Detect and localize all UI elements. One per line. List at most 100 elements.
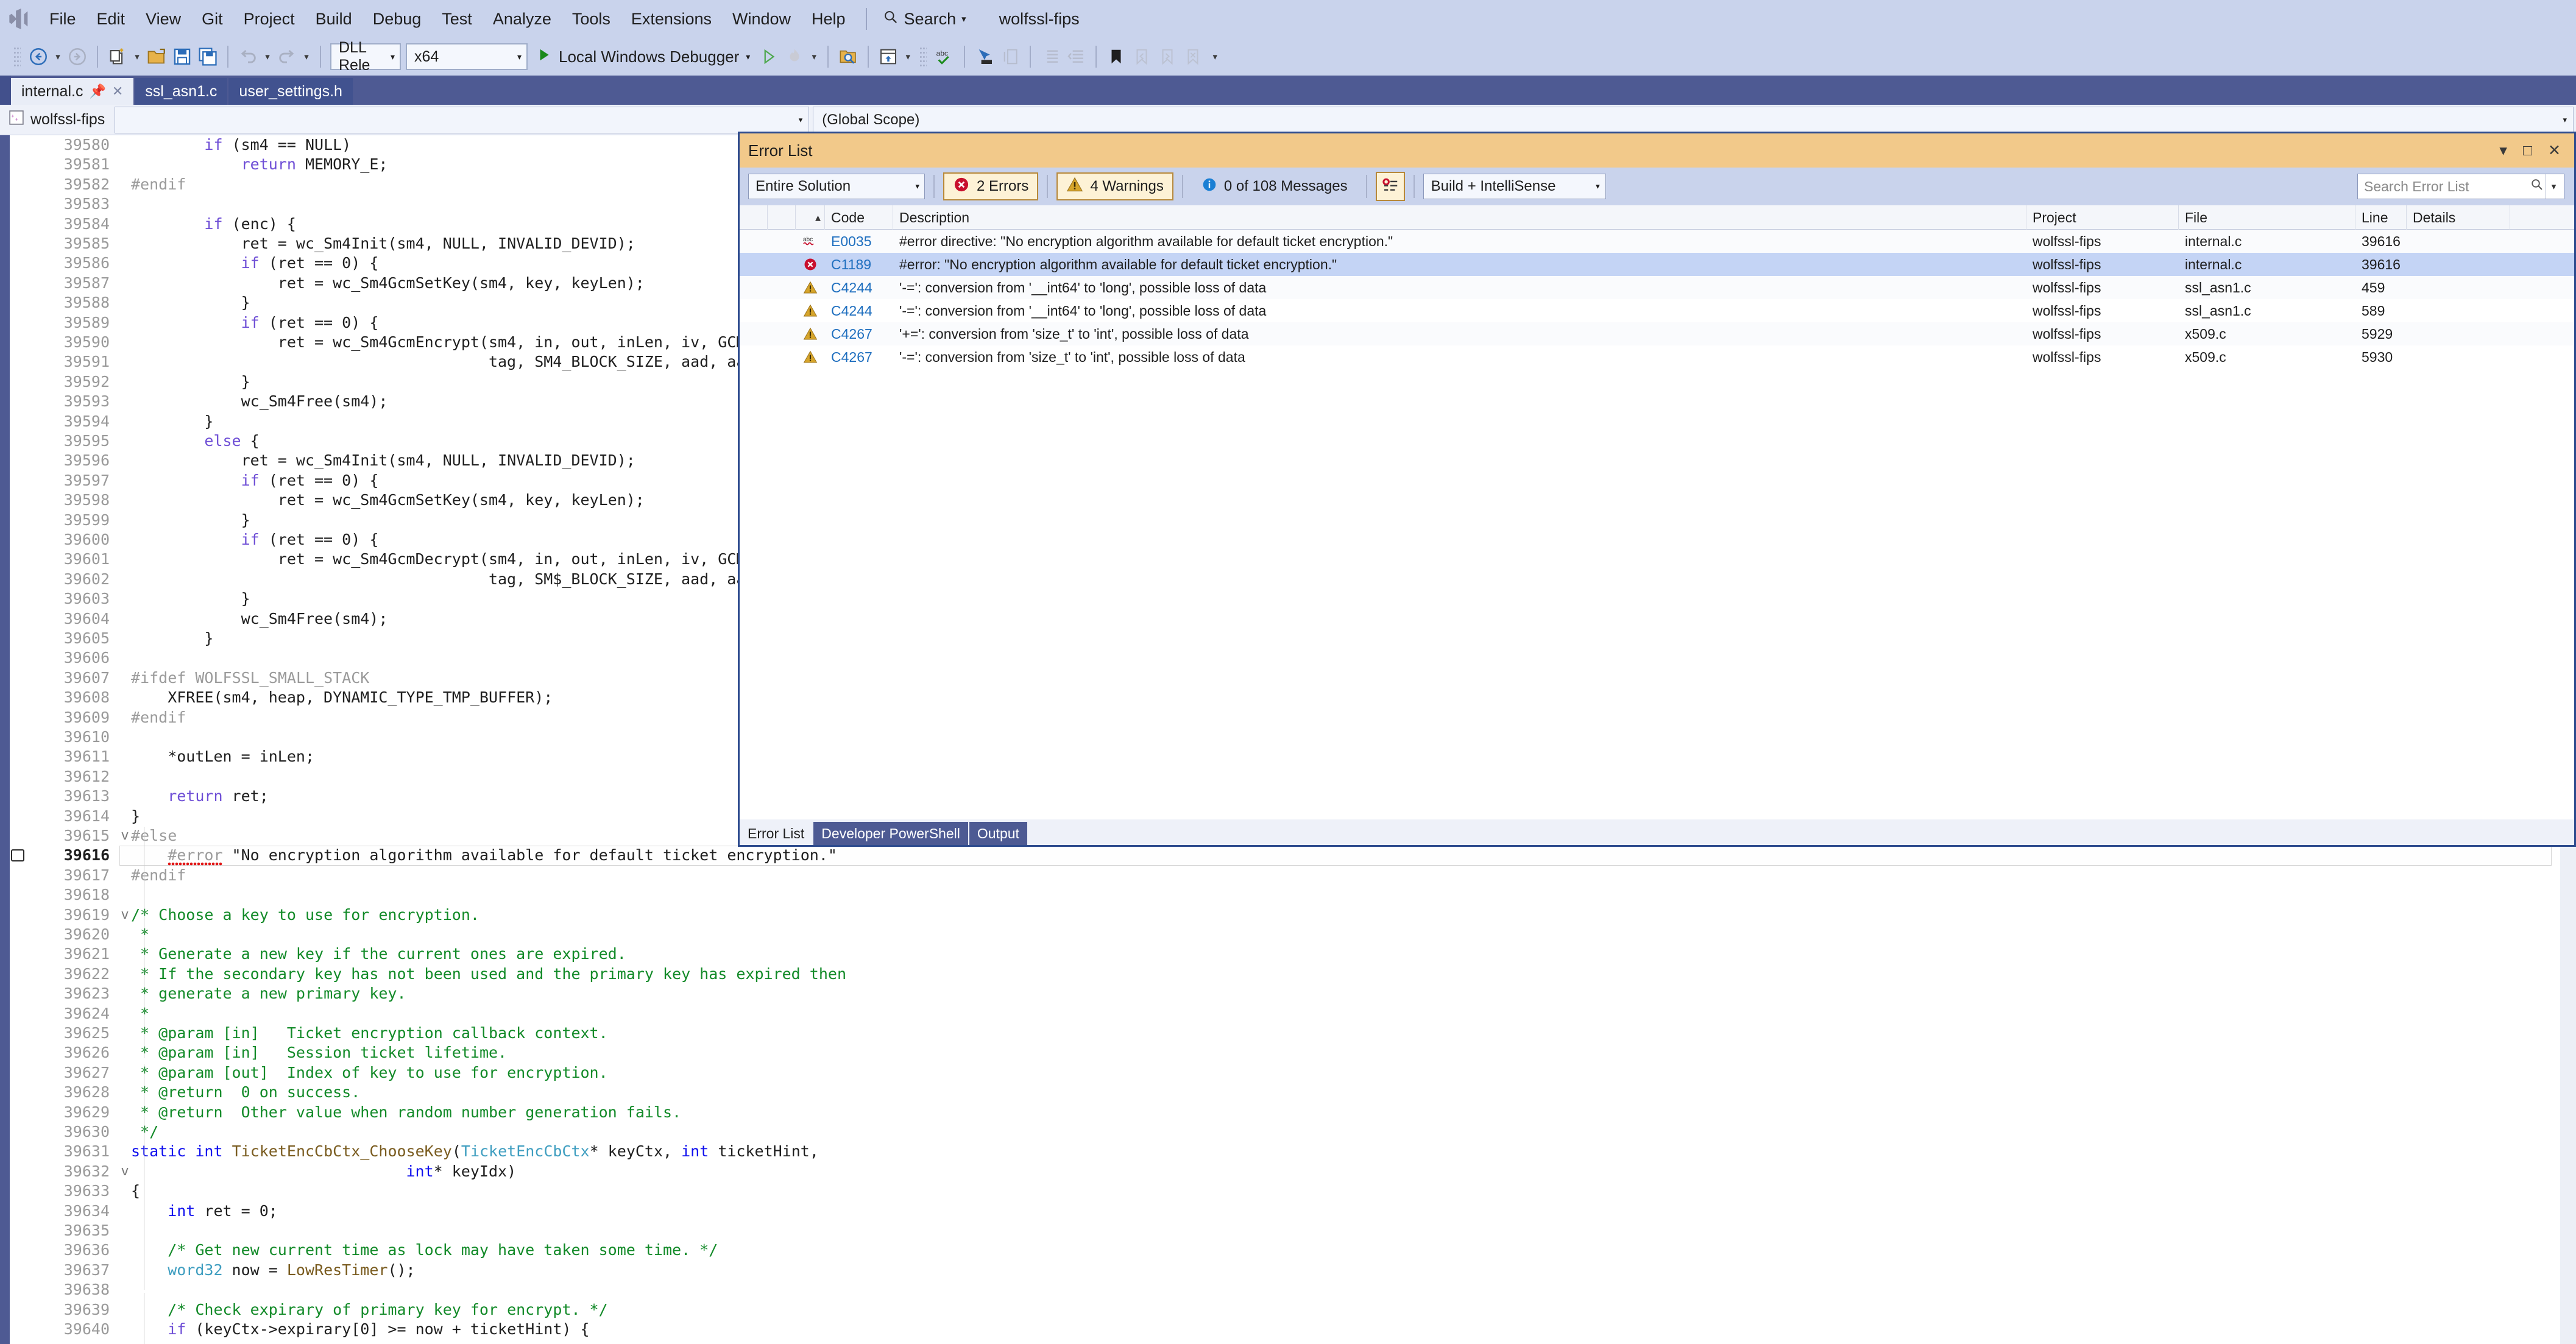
code-line[interactable]: 39617 #endif xyxy=(0,866,2576,885)
code-line[interactable]: 39640 if (keyCtx->expirary[0] >= now + ti… xyxy=(0,1320,2576,1339)
menu-analyze[interactable]: Analyze xyxy=(483,0,562,38)
menu-help[interactable]: Help xyxy=(801,0,856,38)
toolbar-grip-2[interactable] xyxy=(919,46,927,67)
close-x-icon[interactable]: ✕ xyxy=(2548,141,2561,160)
code-line[interactable]: 39624 * xyxy=(0,1004,2576,1024)
code-line[interactable]: 39630 */ xyxy=(0,1122,2576,1142)
global-search-button[interactable]: Search ▾ xyxy=(877,0,972,38)
error-scope-combo[interactable]: Entire Solution ▾ xyxy=(748,174,925,199)
column-header-line[interactable]: Line xyxy=(2355,205,2407,230)
warnings-filter-button[interactable]: 4 Warnings xyxy=(1056,172,1173,200)
error-list-row[interactable]: abc E0035 #error directive: "No encryption… xyxy=(740,230,2574,253)
chevron-down-icon[interactable]: ▾ xyxy=(2546,174,2561,199)
toolbar-overflow-icon[interactable]: ▾ xyxy=(1206,43,1224,71)
code-line[interactable]: 39628 * @return 0 on success. xyxy=(0,1083,2576,1102)
tab-ssl-asn1-c[interactable]: ssl_asn1.c xyxy=(135,78,229,105)
spell-check-abc-icon[interactable]: abc xyxy=(932,43,957,71)
save-icon[interactable] xyxy=(169,43,195,71)
new-project-caret-icon[interactable]: ▾ xyxy=(130,43,144,71)
menu-test[interactable]: Test xyxy=(431,0,483,38)
close-x-icon[interactable]: ✕ xyxy=(112,83,123,99)
column-header-file[interactable]: File xyxy=(2179,205,2355,230)
menu-extensions[interactable]: Extensions xyxy=(621,0,722,38)
column-header-blank-1[interactable] xyxy=(740,205,768,230)
code-line[interactable]: 39639 /* Check expirary of primary key fo… xyxy=(0,1300,2576,1320)
save-all-icon[interactable] xyxy=(195,43,221,71)
magnifier-icon[interactable] xyxy=(2530,177,2544,196)
code-line[interactable]: 39633 { xyxy=(0,1181,2576,1201)
pointer-select-icon[interactable] xyxy=(972,43,997,71)
pin-icon[interactable]: 📌 xyxy=(89,83,105,99)
code-line[interactable]: 39622 * If the secondary key has not been… xyxy=(0,964,2576,984)
error-list-row[interactable]: C4267 '-=': conversion from 'size_t' to '… xyxy=(740,345,2574,369)
error-list-title-bar[interactable]: Error List ▾ □ ✕ xyxy=(740,133,2574,168)
tab-user-settings-h[interactable]: user_settings.h xyxy=(228,78,354,105)
column-header-blank-2[interactable] xyxy=(768,205,796,230)
menu-window[interactable]: Window xyxy=(722,0,801,38)
menu-build[interactable]: Build xyxy=(305,0,363,38)
code-line[interactable]: 39626 * @param [in] Session ticket lifeti… xyxy=(0,1043,2576,1063)
error-list-rows[interactable]: abc E0035 #error directive: "No encryption… xyxy=(740,230,2574,843)
tab-developer-powershell[interactable]: Developer PowerShell xyxy=(813,822,969,845)
menu-edit[interactable]: Edit xyxy=(87,0,136,38)
code-line[interactable]: 39618 xyxy=(0,885,2576,905)
start-debugging-button[interactable]: Local Windows Debugger ▾ xyxy=(530,42,756,71)
code-line[interactable]: 39629 * @return Other value when random n… xyxy=(0,1103,2576,1122)
hot-reload-caret-icon[interactable]: ▾ xyxy=(807,43,821,71)
code-line[interactable]: 39616 #error "No encryption algorithm ava… xyxy=(0,846,2576,866)
chevron-down-icon[interactable]: ▾ xyxy=(2499,141,2507,160)
tab-error-list[interactable]: Error List xyxy=(740,822,814,845)
solution-explorer-icon[interactable] xyxy=(876,43,901,71)
code-line[interactable]: 39623 * generate a new primary key. xyxy=(0,984,2576,1003)
back-history-caret-icon[interactable]: ▾ xyxy=(51,43,65,71)
code-line[interactable]: 39635 xyxy=(0,1221,2576,1240)
error-list-row[interactable]: C4244 '-=': conversion from '__int64' to … xyxy=(740,299,2574,322)
code-line[interactable]: 39632 v int* keyIdx) xyxy=(0,1162,2576,1181)
column-header-severity[interactable]: ▴ xyxy=(796,205,825,230)
errors-filter-button[interactable]: 2 Errors xyxy=(943,172,1039,200)
solution-explorer-caret-icon[interactable]: ▾ xyxy=(901,43,915,71)
code-line[interactable]: 39636 /* Get new current time as lock may… xyxy=(0,1240,2576,1260)
code-line[interactable]: 39620 * xyxy=(0,925,2576,944)
error-list-row[interactable]: C1189 #error: "No encryption algorithm av… xyxy=(740,253,2574,276)
code-line[interactable]: 39638 xyxy=(0,1280,2576,1300)
code-line[interactable]: 39634 int ret = 0; xyxy=(0,1201,2576,1221)
collapse-outline-toggle-icon[interactable]: v xyxy=(116,1162,134,1181)
bookmark-icon[interactable] xyxy=(1103,43,1129,71)
navbar-project[interactable]: + + wolfssl-fips xyxy=(0,105,113,135)
navbar-member-combo[interactable]: ▾ xyxy=(115,106,810,133)
navigate-back-icon[interactable] xyxy=(26,43,51,71)
menu-project[interactable]: Project xyxy=(233,0,305,38)
toolbar-grip[interactable] xyxy=(13,46,21,67)
column-header-description[interactable]: Description xyxy=(893,205,2026,230)
code-line[interactable]: 39637 word32 now = LowResTimer(); xyxy=(0,1261,2576,1280)
error-list-grid[interactable]: ▴ Code Description Project File Line Det… xyxy=(740,205,2574,843)
error-list-settings-icon[interactable] xyxy=(1375,172,1405,201)
solution-platform-combo[interactable]: x64 ▾ xyxy=(406,43,528,70)
solution-configuration-combo[interactable]: DLL Rele ▾ xyxy=(330,39,401,74)
code-line[interactable]: 39619 v/* Choose a key to use for encrypt… xyxy=(0,905,2576,925)
breakpoint-bookmark-glyph-icon[interactable] xyxy=(11,849,24,862)
code-line[interactable]: 39631 static int TicketEncCbCtx_ChooseKey… xyxy=(0,1142,2576,1161)
code-line[interactable]: 39627 * @param [out] Index of key to use … xyxy=(0,1063,2576,1083)
attach-process-icon[interactable] xyxy=(756,43,782,71)
messages-filter-button[interactable]: 0 of 108 Messages xyxy=(1192,172,1357,200)
menu-view[interactable]: View xyxy=(135,0,191,38)
code-line[interactable]: 39625 * @param [in] Ticket encryption cal… xyxy=(0,1024,2576,1043)
error-list-row[interactable]: C4267 '+=': conversion from 'size_t' to '… xyxy=(740,322,2574,345)
column-header-code[interactable]: Code xyxy=(825,205,893,230)
menu-file[interactable]: File xyxy=(39,0,87,38)
find-in-files-icon[interactable] xyxy=(835,43,861,71)
search-error-list-input[interactable]: Search Error List ▾ xyxy=(2357,174,2564,199)
navbar-scope-combo[interactable]: (Global Scope) ▾ xyxy=(813,106,2574,133)
column-header-details[interactable]: Details xyxy=(2407,205,2510,230)
new-project-icon[interactable] xyxy=(105,43,130,71)
menu-git[interactable]: Git xyxy=(191,0,233,38)
menu-debug[interactable]: Debug xyxy=(363,0,432,38)
code-line[interactable]: 39621 * Generate a new key if the current… xyxy=(0,944,2576,964)
column-header-project[interactable]: Project xyxy=(2026,205,2179,230)
maximize-icon[interactable]: □ xyxy=(2523,142,2532,160)
build-intellisense-combo[interactable]: Build + IntelliSense ▾ xyxy=(1423,174,1606,199)
error-list-row[interactable]: C4244 '-=': conversion from '__int64' to … xyxy=(740,276,2574,299)
tab-internal-c[interactable]: internal.c 📌 ✕ xyxy=(11,78,135,105)
